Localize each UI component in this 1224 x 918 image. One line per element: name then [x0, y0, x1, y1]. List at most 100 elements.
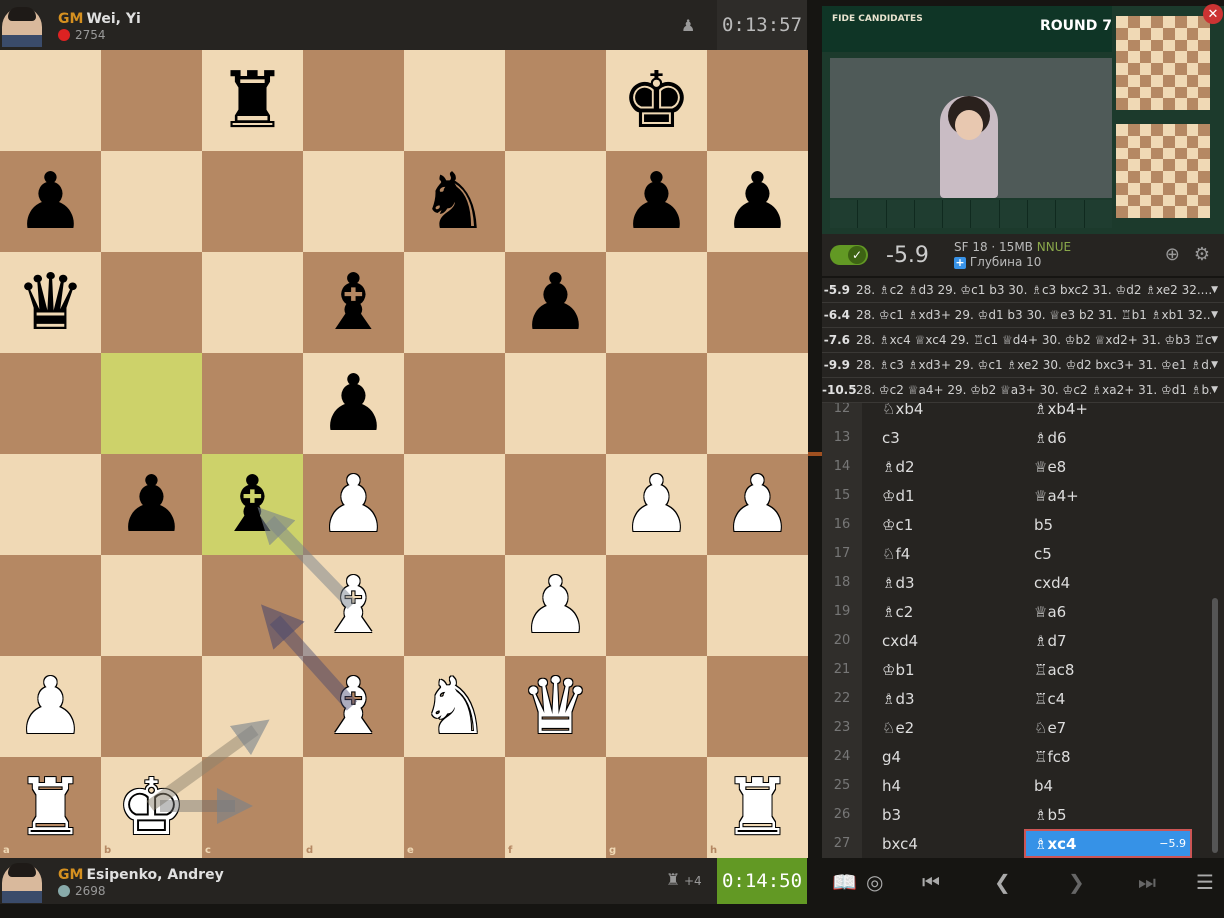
square-c1[interactable] — [202, 757, 303, 858]
square-c3[interactable] — [202, 555, 303, 656]
white-move[interactable]: ♔c1 — [862, 516, 1024, 534]
white-knight-icon[interactable]: ♞ — [420, 668, 490, 746]
white-bishop-icon[interactable]: ♝ — [319, 668, 389, 746]
black-pawn-icon[interactable]: ♟ — [117, 466, 187, 544]
black-move[interactable]: b5 — [1024, 510, 1192, 539]
square-e8[interactable] — [404, 50, 505, 151]
black-move[interactable]: ♗b5 — [1024, 800, 1192, 829]
square-f1[interactable] — [505, 757, 606, 858]
white-pawn-icon[interactable]: ♟ — [319, 466, 389, 544]
square-c4[interactable]: ♝ — [202, 454, 303, 555]
square-b4[interactable]: ♟ — [101, 454, 202, 555]
engine-line-moves[interactable]: 28. ♗xc4 ♕xc4 29. ♖c1 ♕d4+ 30. ♔b2 ♕xd2+… — [856, 333, 1211, 347]
engine-line[interactable]: -7.6 28. ♗xc4 ♕xc4 29. ♖c1 ♕d4+ 30. ♔b2 ♕… — [822, 328, 1224, 353]
white-king-icon[interactable]: ♚ — [117, 769, 187, 847]
square-d6[interactable]: ♝ — [303, 252, 404, 353]
menu-icon[interactable]: ☰ — [1196, 870, 1214, 894]
square-d8[interactable] — [303, 50, 404, 151]
black-pawn-icon[interactable]: ♟ — [319, 365, 389, 443]
square-g6[interactable] — [606, 252, 707, 353]
square-d7[interactable] — [303, 151, 404, 252]
square-h6[interactable] — [707, 252, 808, 353]
white-move[interactable]: ♗d3 — [862, 574, 1024, 592]
square-e2[interactable]: ♞ — [404, 656, 505, 757]
square-h7[interactable]: ♟ — [707, 151, 808, 252]
white-pawn-icon[interactable]: ♟ — [622, 466, 692, 544]
square-a8[interactable] — [0, 50, 101, 151]
square-a5[interactable] — [0, 353, 101, 454]
top-player-name[interactable]: Wei, Yi — [86, 11, 140, 27]
square-f7[interactable] — [505, 151, 606, 252]
white-move[interactable]: ♗c2 — [862, 603, 1024, 621]
white-rook-icon[interactable]: ♜ — [16, 769, 86, 847]
square-a3[interactable] — [0, 555, 101, 656]
white-move[interactable]: ♘xb4 — [862, 403, 1024, 418]
gear-icon[interactable]: ⚙ — [1194, 244, 1210, 265]
square-h3[interactable] — [707, 555, 808, 656]
black-move[interactable]: ♕a6 — [1024, 597, 1192, 626]
threat-icon[interactable]: ⊕ — [1165, 244, 1180, 265]
square-c8[interactable]: ♜ — [202, 50, 303, 151]
square-f2[interactable]: ♛ — [505, 656, 606, 757]
square-a1[interactable]: ♜ — [0, 757, 101, 858]
square-f8[interactable] — [505, 50, 606, 151]
square-c6[interactable] — [202, 252, 303, 353]
white-pawn-icon[interactable]: ♟ — [521, 567, 591, 645]
white-move[interactable]: g4 — [862, 748, 1024, 766]
target-icon[interactable]: ◎ — [866, 870, 883, 894]
black-move[interactable]: ♗d7 — [1024, 626, 1192, 655]
black-knight-icon[interactable]: ♞ — [420, 163, 490, 241]
square-a2[interactable]: ♟ — [0, 656, 101, 757]
square-d4[interactable]: ♟ — [303, 454, 404, 555]
square-d1[interactable] — [303, 757, 404, 858]
square-g5[interactable] — [606, 353, 707, 454]
square-h4[interactable]: ♟ — [707, 454, 808, 555]
black-move[interactable]: ♕a4+ — [1024, 481, 1192, 510]
prev-move-icon[interactable]: ❮ — [994, 870, 1011, 894]
engine-line[interactable]: -6.4 28. ♔c1 ♗xd3+ 29. ♔d1 b3 30. ♕e3 b2 … — [822, 303, 1224, 328]
square-f5[interactable] — [505, 353, 606, 454]
black-bishop-icon[interactable]: ♝ — [319, 264, 389, 342]
black-bishop-icon[interactable]: ♝ — [218, 466, 288, 544]
last-move-icon[interactable]: ⏭ — [1138, 870, 1156, 894]
square-e3[interactable] — [404, 555, 505, 656]
white-move[interactable]: bxc4 — [862, 835, 1024, 853]
white-rook-icon[interactable]: ♜ — [723, 769, 793, 847]
square-f6[interactable]: ♟ — [505, 252, 606, 353]
square-a4[interactable] — [0, 454, 101, 555]
square-h5[interactable] — [707, 353, 808, 454]
white-move[interactable]: ♗d2 — [862, 458, 1024, 476]
expand-line-icon[interactable]: ▼ — [1211, 310, 1218, 320]
white-queen-icon[interactable]: ♛ — [521, 668, 591, 746]
engine-line[interactable]: -5.9 28. ♗c2 ♗d3 29. ♔c1 b3 30. ♗c3 bxc2 … — [822, 278, 1224, 303]
square-a6[interactable]: ♛ — [0, 252, 101, 353]
black-move[interactable]: ♖fc8 — [1024, 742, 1192, 771]
square-g3[interactable] — [606, 555, 707, 656]
square-b2[interactable] — [101, 656, 202, 757]
black-rook-icon[interactable]: ♜ — [218, 62, 288, 140]
square-e6[interactable] — [404, 252, 505, 353]
white-move[interactable]: ♔d1 — [862, 487, 1024, 505]
square-d2[interactable]: ♝ — [303, 656, 404, 757]
first-move-icon[interactable]: ⏮ — [922, 870, 940, 894]
square-b3[interactable] — [101, 555, 202, 656]
white-move[interactable]: ♔b1 — [862, 661, 1024, 679]
white-move[interactable]: cxd4 — [862, 632, 1024, 650]
square-b5[interactable] — [101, 353, 202, 454]
square-f4[interactable] — [505, 454, 606, 555]
white-move[interactable]: h4 — [862, 777, 1024, 795]
expand-line-icon[interactable]: ▼ — [1211, 385, 1218, 395]
engine-line[interactable]: -10.5 28. ♔c2 ♕a4+ 29. ♔b2 ♕a3+ 30. ♔c2 ♗… — [822, 378, 1224, 403]
black-pawn-icon[interactable]: ♟ — [723, 163, 793, 241]
black-move[interactable]: c5 — [1024, 539, 1192, 568]
black-pawn-icon[interactable]: ♟ — [16, 163, 86, 241]
square-a7[interactable]: ♟ — [0, 151, 101, 252]
square-e5[interactable] — [404, 353, 505, 454]
black-move[interactable]: ♘e7 — [1024, 713, 1192, 742]
next-move-icon[interactable]: ❯ — [1068, 870, 1085, 894]
close-stream-button[interactable]: ✕ — [1203, 4, 1223, 24]
white-move[interactable]: ♗d3 — [862, 690, 1024, 708]
black-move[interactable]: ♖ac8 — [1024, 655, 1192, 684]
black-pawn-icon[interactable]: ♟ — [622, 163, 692, 241]
move-list[interactable]: 12 ♘xb4 ♗xb4+ 13 c3 ♗d6 14 ♗d2 ♕e8 15 ♔d1 ♕a4+ 16 ♔c1… — [822, 403, 1224, 858]
